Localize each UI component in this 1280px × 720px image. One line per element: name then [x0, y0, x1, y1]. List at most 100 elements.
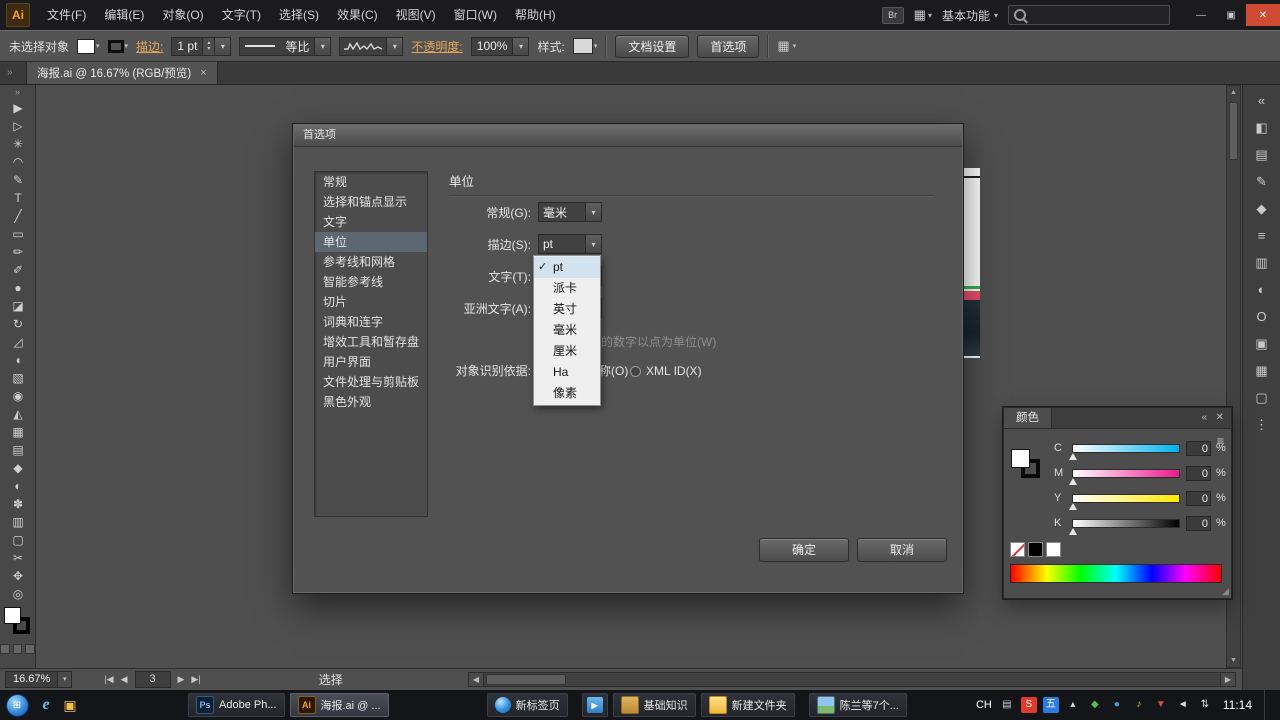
line-segment-tool-icon[interactable]: ╱ [0, 207, 36, 225]
document-setup-button[interactable]: 文档设置 [615, 34, 690, 58]
yellow-slider[interactable] [1069, 493, 1180, 510]
prefs-category-file-clipboard[interactable]: 文件处理与剪贴板 [315, 372, 427, 392]
last-artboard-button[interactable]: ▶| [191, 674, 200, 685]
ok-button[interactable]: 确定 [759, 538, 849, 562]
xml-id-radio[interactable]: XML ID(X) [630, 361, 702, 381]
expand-panels-icon[interactable]: « [1243, 87, 1280, 114]
lasso-tool-icon[interactable]: ◠ [0, 153, 36, 171]
preferences-button[interactable]: 首选项 [697, 34, 760, 58]
unit-option-centimeters[interactable]: 厘米 [534, 341, 600, 362]
music-icon[interactable]: ♪ [1131, 697, 1147, 713]
minimize-button[interactable]: — [1186, 4, 1216, 26]
color-panel-tab[interactable]: 颜色 [1004, 408, 1052, 428]
security-icon[interactable]: ◆ [1087, 697, 1103, 713]
type-tool-icon[interactable]: T [0, 189, 36, 207]
prefs-category-selection-anchor[interactable]: 选择和锚点显示 [315, 192, 427, 212]
hidden-icons-icon[interactable]: ▴ [1065, 697, 1081, 713]
pen-tool-icon[interactable]: ✎ [0, 171, 36, 189]
menu-item-edit[interactable]: 编辑(E) [95, 0, 153, 30]
clock[interactable]: 11:14 [1223, 698, 1252, 712]
taskbar-item-newtab[interactable]: 新标签页 [486, 693, 568, 717]
blob-brush-tool-icon[interactable]: ● [0, 279, 36, 297]
none-mode-button[interactable] [25, 644, 36, 654]
unit-option-ha[interactable]: Ha [534, 362, 600, 383]
collapse-tools-icon[interactable]: » [0, 85, 35, 99]
selection-tool-icon[interactable]: ▶ [0, 99, 36, 117]
horizontal-scrollbar[interactable]: ◀ ▶ [468, 672, 1236, 687]
language-indicator[interactable]: CH [976, 699, 992, 711]
rotate-tool-icon[interactable]: ↻ [0, 315, 36, 333]
scroll-down-icon[interactable]: ▼ [1227, 654, 1240, 667]
menu-item-object[interactable]: 对象(O) [153, 0, 212, 30]
previous-artboard-button[interactable]: ◀ [121, 674, 128, 685]
tab-overflow-icon[interactable]: » [7, 67, 13, 78]
black-slider[interactable] [1069, 518, 1180, 535]
slider-thumb[interactable] [1069, 527, 1077, 535]
stroke-panel-link[interactable]: 描边: [136, 38, 163, 55]
menu-item-file[interactable]: 文件(F) [38, 0, 95, 30]
prefs-category-smart-guides[interactable]: 智能参考线 [315, 272, 427, 292]
sogou-input-icon[interactable]: S [1020, 697, 1037, 713]
menu-item-select[interactable]: 选择(S) [270, 0, 328, 30]
next-artboard-button[interactable]: ▶ [178, 674, 185, 685]
prefs-category-plugins-scratch[interactable]: 增效工具和暂存盘 [315, 332, 427, 352]
perspective-grid-tool-icon[interactable]: ◭ [0, 405, 36, 423]
magic-wand-tool-icon[interactable]: ✳ [0, 135, 36, 153]
opacity-panel-link[interactable]: 不透明度: [411, 38, 462, 55]
messenger-icon[interactable]: ● [1109, 697, 1125, 713]
stroke-weight-field[interactable]: 1 pt ▴ ▾ ▾ [171, 36, 232, 56]
stroke-units-dropdown[interactable]: pt ▾ [538, 234, 602, 254]
menu-item-window[interactable]: 窗口(W) [445, 0, 506, 30]
pencil-tool-icon[interactable]: ✐ [0, 261, 36, 279]
radio-button-icon[interactable] [630, 365, 641, 377]
gradient-panel-icon[interactable]: ▥ [1243, 249, 1280, 276]
arrange-documents-icon[interactable]: ▦ ▾ [914, 7, 932, 23]
color-spectrum-bar[interactable] [1010, 564, 1222, 583]
unit-option-pt[interactable]: ✓ pt [534, 257, 600, 278]
opacity-field[interactable]: 100% ▾ [470, 36, 530, 56]
close-button[interactable]: ✕ [1246, 4, 1280, 26]
cancel-button[interactable]: 取消 [857, 538, 947, 562]
scale-tool-icon[interactable]: ◿ [0, 333, 36, 351]
variable-width-profile-dropdown[interactable]: 等比 ▾ [239, 36, 332, 56]
explorer-quicklaunch-icon[interactable]: ▣ [58, 697, 82, 714]
taskbar-item-photoshop[interactable]: Ps Adobe Ph... [188, 693, 285, 717]
stroke-weight-dropdown-button[interactable]: ▾ [214, 37, 231, 55]
close-panel-icon[interactable]: ✕ [1216, 412, 1224, 424]
zoom-level-dropdown[interactable]: 16.67% ▾ [5, 671, 73, 688]
start-button[interactable]: ⊞ [0, 693, 34, 717]
symbol-sprayer-tool-icon[interactable]: ✽ [0, 495, 36, 513]
menu-item-type[interactable]: 文字(T) [213, 0, 270, 30]
taskbar-item-player[interactable]: ▶ [581, 693, 608, 717]
prefs-category-black-appearance[interactable]: 黑色外观 [315, 392, 427, 412]
slider-thumb[interactable] [1069, 452, 1077, 460]
search-input[interactable] [1031, 8, 1145, 22]
eyedropper-tool-icon[interactable]: ◆ [0, 459, 36, 477]
brushes-panel-icon[interactable]: ✎ [1243, 168, 1280, 195]
restore-button[interactable]: ▣ [1216, 4, 1246, 26]
workspace-switcher[interactable]: 基本功能 ▾ [942, 7, 998, 24]
unit-option-millimeters[interactable]: 毫米 [534, 320, 600, 341]
symbols-panel-icon[interactable]: ◆ [1243, 195, 1280, 222]
hand-tool-icon[interactable]: ✥ [0, 567, 36, 585]
zoom-tool-icon[interactable]: ◎ [0, 585, 36, 603]
none-swatch[interactable] [1010, 542, 1025, 557]
network-icon[interactable]: ⇅ [1197, 697, 1213, 713]
graphic-styles-panel-icon[interactable]: ▣ [1243, 330, 1280, 357]
keyboard-icon[interactable]: ▤ [999, 697, 1015, 713]
show-desktop-button[interactable] [1264, 690, 1272, 720]
black-swatch[interactable] [1028, 542, 1043, 557]
align-panel-icon[interactable]: ⋮ [1243, 411, 1280, 438]
unit-option-pixels[interactable]: 像素 [534, 383, 600, 404]
horizontal-scrollbar-thumb[interactable] [486, 674, 566, 685]
taskbar-item-illustrator[interactable]: Ai 海报.ai @ ... [289, 693, 389, 717]
stroke-color-control[interactable]: ▾ [107, 39, 128, 53]
blend-tool-icon[interactable]: ◐ [0, 477, 36, 495]
free-transform-tool-icon[interactable]: ▧ [0, 369, 36, 387]
menu-item-view[interactable]: 视图(V) [387, 0, 445, 30]
magenta-value-field[interactable]: 0 [1186, 465, 1211, 481]
vertical-scrollbar-thumb[interactable] [1229, 102, 1238, 160]
select-similar-dropdown[interactable]: ▦ ▾ [777, 38, 796, 54]
gradient-tool-icon[interactable]: ▤ [0, 441, 36, 459]
first-artboard-button[interactable]: |◀ [104, 674, 113, 685]
